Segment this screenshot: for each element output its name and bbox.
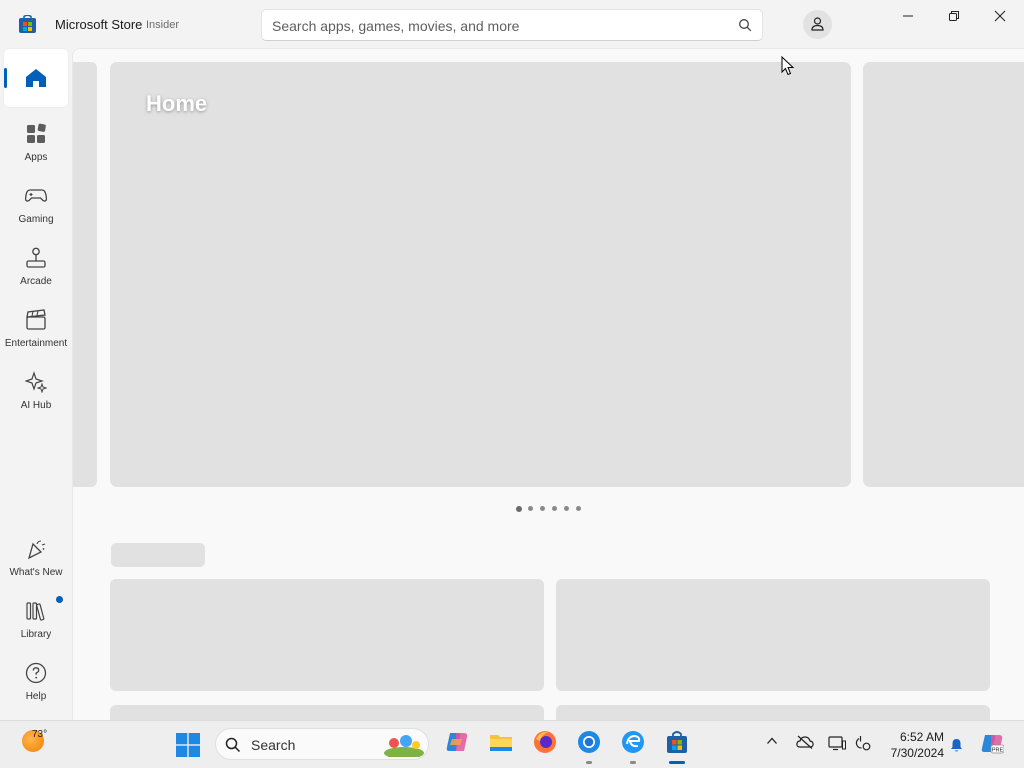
sidebar-item-label: Help <box>25 691 47 702</box>
clapperboard-icon <box>26 309 46 330</box>
search-icon[interactable] <box>738 18 752 32</box>
game-controller-icon <box>25 189 47 202</box>
sidebar-item-label: Library <box>20 629 52 640</box>
chevron-up-icon[interactable] <box>766 735 778 747</box>
svg-text:PRE: PRE <box>992 748 1004 754</box>
sidebar-item-label: Gaming <box>18 214 54 225</box>
running-indicator <box>630 761 636 764</box>
pager-dot[interactable] <box>528 506 533 511</box>
taskbar: 73° Search 6:52 AM 7/30/2024 PRE <box>0 720 1024 768</box>
sidebar-item-label: Entertainment <box>4 338 68 349</box>
weather-temperature: 73° <box>32 729 48 740</box>
store-search-box[interactable]: Search apps, games, movies, and more <box>261 9 763 41</box>
microsoft-store-taskbar-icon[interactable] <box>664 729 690 755</box>
sidebar-item-help[interactable]: Help <box>4 653 68 711</box>
home-icon <box>26 69 46 87</box>
store-app-icon <box>19 15 36 33</box>
content-card-placeholder[interactable] <box>556 579 990 691</box>
apps-icon <box>27 123 46 143</box>
account-button[interactable] <box>803 10 832 39</box>
search-icon <box>225 737 241 753</box>
hero-next-slide[interactable] <box>863 62 1024 487</box>
pager-dot[interactable] <box>564 506 569 511</box>
active-app-indicator <box>669 761 685 764</box>
sidebar-item-whats-new[interactable]: What's New <box>4 529 68 587</box>
power-settings-icon[interactable] <box>855 735 871 751</box>
pager-dot[interactable] <box>516 505 522 512</box>
sidebar-item-label: What's New <box>9 567 63 578</box>
chrome-icon[interactable] <box>576 729 602 755</box>
sidebar-item-arcade[interactable]: Arcade <box>4 238 68 296</box>
clock-time: 6:52 AM <box>899 730 944 744</box>
running-indicator <box>586 761 592 764</box>
taskbar-search-box[interactable]: Search <box>215 728 429 760</box>
sidebar-item-ai-hub[interactable]: AI Hub <box>4 362 68 420</box>
sidebar-item-label: AI Hub <box>20 400 52 411</box>
edge-icon[interactable] <box>620 729 646 755</box>
help-icon <box>25 662 47 684</box>
joystick-icon <box>26 247 46 268</box>
pager-dot[interactable] <box>552 506 557 511</box>
copilot-icon[interactable] <box>444 729 470 755</box>
insider-badge: Insider <box>146 19 180 31</box>
page-title: Home <box>146 91 208 116</box>
close-button[interactable] <box>977 0 1023 32</box>
taskbar-search-placeholder: Search <box>251 737 296 753</box>
content-card-placeholder[interactable] <box>110 705 544 720</box>
section-heading-placeholder <box>111 543 205 567</box>
firefox-icon[interactable] <box>532 729 558 755</box>
search-highlight-art-icon <box>384 735 424 757</box>
content-card-placeholder[interactable] <box>110 579 544 691</box>
close-icon <box>994 10 1006 22</box>
pager-dot[interactable] <box>576 506 581 511</box>
party-popper-icon <box>27 540 46 560</box>
search-placeholder: Search apps, games, movies, and more <box>272 18 520 34</box>
notification-dot <box>56 596 63 603</box>
sidebar-item-label: Apps <box>24 152 48 163</box>
sidebar-item-entertainment[interactable]: Entertainment <box>4 300 68 358</box>
pager-dot[interactable] <box>540 506 545 511</box>
sparkle-icon <box>25 371 47 393</box>
copilot-pre-icon[interactable]: PRE <box>980 732 1004 756</box>
library-icon <box>26 602 45 621</box>
hero-prev-slide[interactable] <box>73 62 97 487</box>
clock-date: 7/30/2024 <box>890 746 944 760</box>
minimize-button[interactable] <box>885 0 931 32</box>
mouse-cursor-icon <box>781 56 795 76</box>
file-explorer-icon[interactable] <box>488 729 514 755</box>
title-bar: Microsoft Store Insider Search apps, gam… <box>0 0 1024 48</box>
sidebar-item-home[interactable] <box>4 49 68 107</box>
content-card-placeholder[interactable] <box>556 705 990 720</box>
main-content: Home <box>72 48 1024 720</box>
restore-icon <box>949 11 959 21</box>
display-icon[interactable] <box>828 735 846 751</box>
restore-button[interactable] <box>931 0 977 32</box>
sidebar-item-gaming[interactable]: Gaming <box>4 176 68 234</box>
cloud-offline-icon[interactable] <box>796 735 814 749</box>
system-clock[interactable]: 6:52 AM 7/30/2024 <box>878 729 944 761</box>
minimize-icon <box>903 15 913 17</box>
sidebar-nav: Apps Gaming Arcade Entertainment AI Hub <box>0 48 72 720</box>
sidebar-item-apps[interactable]: Apps <box>4 114 68 172</box>
person-icon <box>811 17 824 31</box>
windows-start-icon[interactable] <box>176 733 200 757</box>
sidebar-item-label: Arcade <box>20 276 52 287</box>
hero-banner[interactable] <box>110 62 851 487</box>
active-indicator <box>4 68 7 88</box>
notification-bell-icon[interactable] <box>949 737 964 753</box>
sidebar-item-library[interactable]: Library <box>4 591 68 649</box>
app-title: Microsoft Store <box>55 17 143 32</box>
